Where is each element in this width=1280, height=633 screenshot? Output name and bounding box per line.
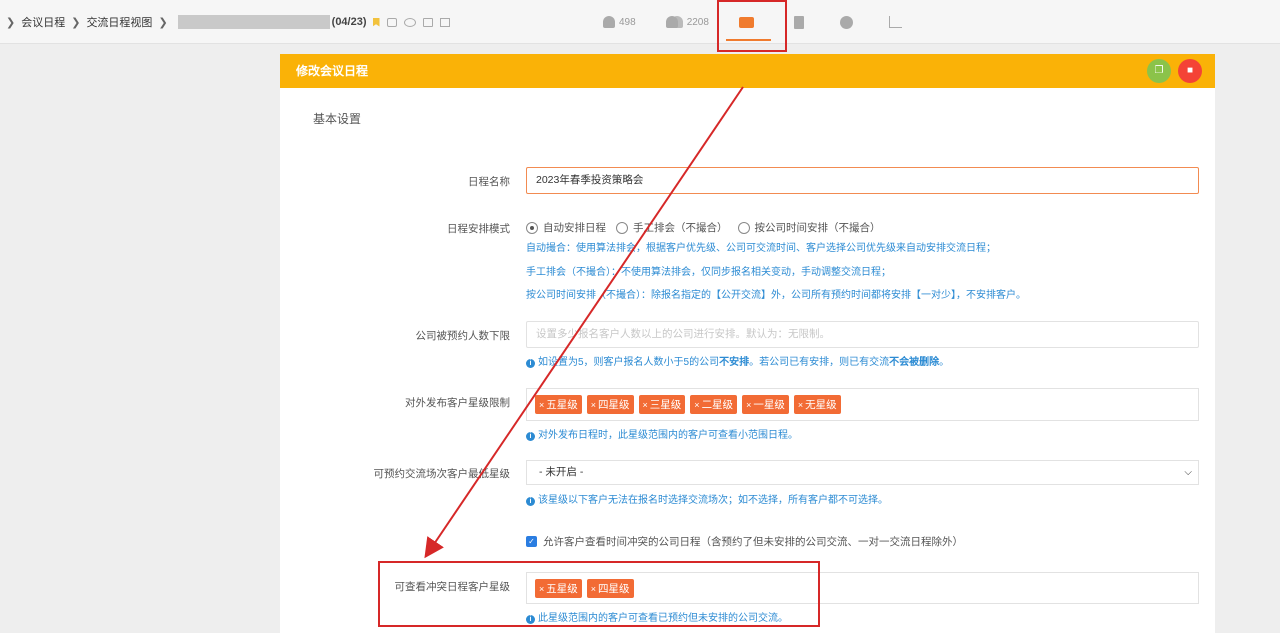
star-limit-label: 对外发布客户星级限制 (405, 397, 510, 409)
bar-chart-icon (888, 16, 902, 28)
min-star-help: i 该星级以下客户无法在报名时选择交流场次；如不选择，所有客户都不可选择。 (526, 491, 888, 506)
user-icon (603, 16, 615, 28)
bookmark-icon[interactable] (372, 17, 380, 27)
min-star-selected-value: - 未开启 - (539, 466, 584, 478)
min-booking-input[interactable]: 设置多少报名客户人数以上的公司进行安排。默认为：无限制。 (526, 321, 1199, 348)
radio-empty-icon (737, 221, 750, 234)
tab-calculator[interactable] (793, 0, 808, 44)
breadcrumb-item-schedule-view[interactable]: 交流日程视图 (86, 14, 152, 30)
schedule-name-input[interactable]: 2023年春季投资策略会 (526, 167, 1199, 194)
mode-help-auto: 自动撮合：使用算法排会，根据客户优先级、公司可交流时间、客户选择公司优先级来自动… (526, 243, 996, 254)
breadcrumb-count: (04/23) (331, 16, 367, 28)
redacted-event-name (177, 15, 330, 29)
annotation-tab-highlight (717, 0, 787, 52)
remove-tag-icon[interactable]: × (539, 400, 544, 410)
schedule-mode-radio-group: 自动安排日程 手工排会（不撮合） 按公司时间安排（不撮合） (526, 220, 891, 235)
tab-users-count: 498 (619, 16, 636, 28)
min-booking-help: i 如设置为5，则客户报名人数小于5的公司不安排。若公司已有安排，则已有交流不会被… (526, 353, 949, 368)
info-icon: i (526, 432, 535, 441)
tag-two-star[interactable]: × 二星级 (690, 395, 738, 414)
chevron-right-icon: ❯ (158, 16, 168, 29)
edit-schedule-panel: 修改会议日程 ❐ ■ 基本设置 日程名称 2023年春季投资策略会 日程安排模式… (280, 54, 1215, 633)
eye-icon[interactable] (403, 17, 416, 27)
copy-button[interactable]: ❐ (1147, 59, 1171, 83)
remove-tag-icon[interactable]: × (798, 400, 803, 410)
top-bar: ❯ 会议日程 ❯ 交流日程视图 ❯ (04/23) 498 2208 (0, 0, 1280, 44)
radio-auto-schedule[interactable]: 自动安排日程 (526, 220, 606, 235)
mode-help-company: 按公司时间安排（不撮合）：除报名指定的【公开交流】外，公司所有预约时间都将安排【… (526, 290, 1026, 301)
remove-tag-icon[interactable]: × (591, 400, 596, 410)
radio-company-label: 按公司时间安排（不撮合） (754, 222, 881, 234)
section-title-basic: 基本设置 (313, 112, 362, 126)
users-icon (665, 16, 678, 28)
copy-icon: ❐ (1154, 65, 1164, 76)
allow-conflict-row: ✓ 允许客户查看时间冲突的公司日程（含预约了但未安排的公司交流、一对一交流日程除… (526, 534, 963, 549)
min-booking-label: 公司被预约人数下限 (415, 330, 511, 342)
panel-title: 修改会议日程 (296, 64, 369, 78)
radio-manual-label: 手工排会（不撮合） (633, 222, 728, 234)
tab-stats[interactable] (888, 0, 906, 44)
calculator-icon (793, 15, 804, 29)
radio-manual-schedule[interactable]: 手工排会（不撮合） (616, 220, 728, 235)
radio-company-time[interactable]: 按公司时间安排（不撮合） (737, 220, 881, 235)
tab-users[interactable]: 498 (603, 0, 636, 44)
star-limit-tag-input[interactable]: × 五星级 × 四星级 × 三星级 × 二星级 × 一星级 × 无星级 (526, 388, 1199, 421)
checkbox-icon[interactable] (439, 17, 450, 27)
person-icon (839, 15, 853, 29)
star-limit-help: i 对外发布日程时，此星级范围内的客户可查看小范围日程。 (526, 426, 798, 441)
unlock-icon[interactable] (386, 17, 397, 27)
allow-conflict-checkbox[interactable]: ✓ (526, 536, 537, 547)
tag-five-star[interactable]: × 五星级 (535, 395, 582, 414)
chevron-right-icon: ❯ (6, 16, 16, 29)
radio-auto-label: 自动安排日程 (543, 222, 606, 234)
info-icon: i (526, 359, 535, 368)
breadcrumb: ❯ 会议日程 ❯ 交流日程视图 ❯ (04/23) (6, 14, 450, 30)
tag-no-star[interactable]: × 无星级 (793, 395, 841, 414)
info-icon: i (526, 497, 535, 506)
panel-header: 修改会议日程 ❐ ■ (280, 54, 1215, 88)
remove-tag-icon[interactable]: × (746, 400, 751, 410)
chevron-down-icon: ⌵ (1184, 467, 1192, 478)
schedule-mode-label: 日程安排模式 (447, 223, 510, 235)
mode-help-manual: 手工排会（不撮合）：不使用算法排会，仅同步报名相关变动，手动调整交流日程； (526, 267, 891, 278)
tab-groups[interactable]: 2208 (665, 0, 709, 44)
schedule-name-label: 日程名称 (468, 176, 510, 188)
chevron-right-icon: ❯ (71, 16, 81, 29)
radio-empty-icon (616, 221, 628, 234)
monitor-icon[interactable] (422, 17, 433, 27)
tab-groups-count: 2208 (686, 16, 709, 28)
min-star-select[interactable]: - 未开启 - ⌵ (526, 460, 1199, 485)
trash-icon: ■ (1186, 65, 1194, 76)
tag-three-star[interactable]: × 三星级 (638, 395, 686, 414)
tab-person[interactable] (839, 0, 857, 44)
min-star-label: 可预约交流场次客户最低星级 (373, 468, 511, 480)
tag-one-star[interactable]: × 一星级 (742, 395, 789, 414)
delete-button[interactable]: ■ (1178, 59, 1202, 83)
remove-tag-icon[interactable]: × (643, 400, 648, 410)
event-status-icons (372, 17, 450, 27)
breadcrumb-item-meeting-schedule[interactable]: 会议日程 (21, 14, 65, 30)
remove-tag-icon[interactable]: × (694, 400, 699, 410)
radio-selected-icon (526, 221, 538, 234)
allow-conflict-label: 允许客户查看时间冲突的公司日程（含预约了但未安排的公司交流、一对一交流日程除外） (543, 536, 963, 548)
tag-four-star[interactable]: × 四星级 (586, 395, 634, 414)
annotation-field-highlight (378, 561, 820, 627)
